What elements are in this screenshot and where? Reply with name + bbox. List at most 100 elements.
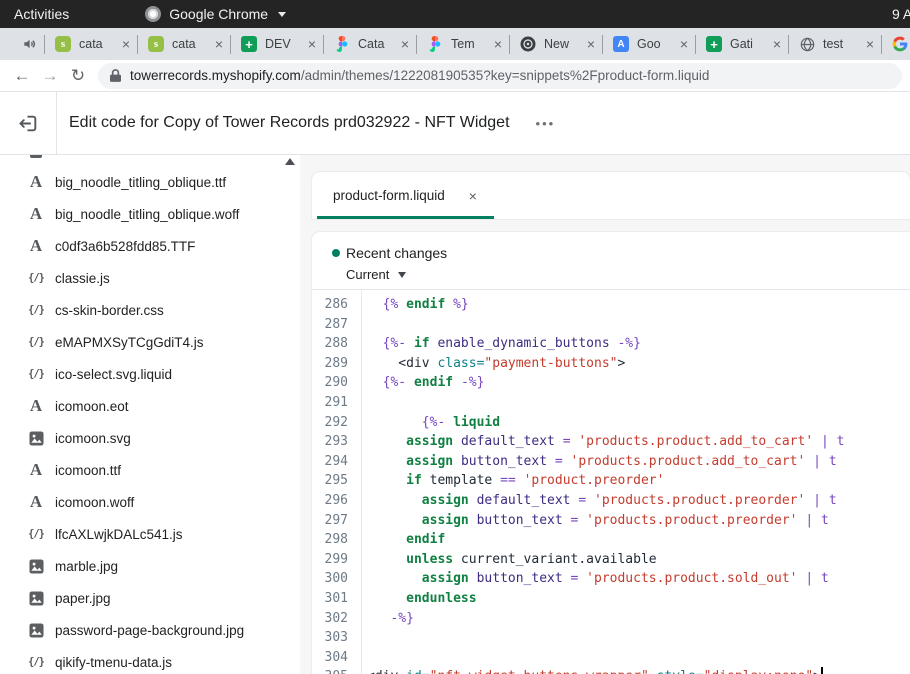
code-line-296[interactable]: assign default_text = 'products.product.… <box>367 491 910 511</box>
file-item-ico-select.svg.liquid[interactable]: {/}ico-select.svg.liquid <box>0 358 300 390</box>
code-line-286[interactable]: {% endif %} <box>367 295 910 315</box>
browser-tab-cata[interactable]: scata× <box>138 28 230 60</box>
image-file-icon <box>26 623 46 638</box>
file-item-icomoon.svg[interactable]: icomoon.svg <box>0 422 300 454</box>
browser-tab-Goo[interactable]: AGoo× <box>603 28 695 60</box>
tab-close-icon[interactable]: × <box>587 37 595 51</box>
file-name: big_noodle_titling_oblique.ttf <box>55 175 226 190</box>
browser-tab-New[interactable]: New× <box>510 28 602 60</box>
code-line-300[interactable]: assign button_text = 'products.product.s… <box>367 569 910 589</box>
tab-close-icon[interactable]: × <box>401 37 409 51</box>
browser-tab-cata[interactable]: scata× <box>45 28 137 60</box>
forward-button[interactable]: → <box>36 62 64 90</box>
file-item-c0df3a6b528fdd85.TTF[interactable]: Ac0df3a6b528fdd85.TTF <box>0 230 300 262</box>
tab-close-icon[interactable]: × <box>308 37 316 51</box>
sidebar-scrollbar[interactable] <box>283 158 296 165</box>
file-item-cs-skin-border.css[interactable]: {/}cs-skin-border.css <box>0 294 300 326</box>
reload-button[interactable]: ↻ <box>64 62 92 90</box>
file-item-qikify-tmenu-data.js[interactable]: {/}qikify-tmenu-data.js <box>0 646 300 674</box>
font-file-icon: A <box>26 236 46 256</box>
code-line-290[interactable]: {%- endif -%} <box>367 373 910 393</box>
url-text: towerrecords.myshopify.com/admin/themes/… <box>130 68 709 83</box>
system-clock[interactable]: 9 Apr <box>892 0 910 28</box>
address-bar[interactable]: towerrecords.myshopify.com/admin/themes/… <box>98 63 902 89</box>
line-number: 291 <box>312 393 361 413</box>
active-app-menu[interactable]: Google Chrome <box>145 6 286 22</box>
code-line-297[interactable]: assign button_text = 'products.product.p… <box>367 511 910 531</box>
code-line-287[interactable] <box>367 315 910 335</box>
line-number: 296 <box>312 491 361 511</box>
file-item-eMAPMXSyTCgGdiT4.js[interactable]: {/}eMAPMXSyTCgGdiT4.js <box>0 326 300 358</box>
sheets-favicon-icon: + <box>706 36 722 52</box>
code-line-294[interactable]: assign button_text = 'products.product.a… <box>367 452 910 472</box>
editor-tab-product-form[interactable]: product-form.liquid × <box>312 172 494 219</box>
line-number: 304 <box>312 648 361 668</box>
tab-title: cata <box>172 37 211 51</box>
file-item-big_noodle_titling_oblique.woff[interactable]: Abig_noodle_titling_oblique.woff <box>0 198 300 230</box>
file-name: cs-skin-border.css <box>55 303 164 318</box>
tab-close-icon[interactable]: × <box>494 37 502 51</box>
text-cursor <box>821 667 823 674</box>
line-number: 299 <box>312 550 361 570</box>
file-name: icomoon.svg <box>55 431 131 446</box>
editor-tab-close-icon[interactable]: × <box>469 189 477 203</box>
file-item-big_noodle_titling_oblique.ttf[interactable]: Abig_noodle_titling_oblique.ttf <box>0 166 300 198</box>
file-name: icomoon.eot <box>55 399 129 414</box>
version-selector[interactable]: Current <box>332 267 890 282</box>
code-area: 2862872882892902912922932942952962972982… <box>312 290 910 674</box>
scroll-up-arrow-icon[interactable] <box>285 158 295 165</box>
code-line-295[interactable]: if template == 'product.preorder' <box>367 471 910 491</box>
code-line-291[interactable] <box>367 393 910 413</box>
active-app-name: Google Chrome <box>169 6 268 22</box>
code-line-298[interactable]: endif <box>367 530 910 550</box>
file-name: lfcAXLwjkDALc541.js <box>55 527 183 542</box>
browser-tab-DEV[interactable]: +DEV× <box>231 28 323 60</box>
more-actions-button[interactable]: ••• <box>534 113 558 134</box>
lock-icon[interactable] <box>110 69 121 82</box>
tab-title: test <box>823 37 862 51</box>
browser-tab-google[interactable] <box>882 28 910 60</box>
code-line-292[interactable]: {%- liquid <box>367 413 910 433</box>
file-sidebar: Abig_noodle_titling_oblique.ttfAbig_nood… <box>0 155 300 674</box>
file-item-lfcAXLwjkDALc541.js[interactable]: {/}lfcAXLwjkDALc541.js <box>0 518 300 550</box>
browser-tab-Cata[interactable]: Cata× <box>324 28 416 60</box>
file-item-paper.jpg[interactable]: paper.jpg <box>0 582 300 614</box>
browser-tab-Tem[interactable]: Tem × <box>417 28 509 60</box>
browser-tab-test[interactable]: test × <box>789 28 881 60</box>
file-item-password-page-background.jpg[interactable]: password-page-background.jpg <box>0 614 300 646</box>
file-item-marble.jpg[interactable]: marble.jpg <box>0 550 300 582</box>
tab-close-icon[interactable]: × <box>122 37 130 51</box>
back-button[interactable]: ← <box>8 62 36 90</box>
speaker-icon <box>14 37 44 51</box>
font-file-icon: A <box>26 492 46 512</box>
code-line-289[interactable]: <div class="payment-buttons"> <box>367 354 910 374</box>
exit-code-editor-button[interactable] <box>0 92 57 154</box>
file-item-icomoon.eot[interactable]: Aicomoon.eot <box>0 390 300 422</box>
activities-button[interactable]: Activities <box>0 0 83 28</box>
code-lines[interactable]: {% endif %} {%- if enable_dynamic_button… <box>362 290 910 674</box>
code-line-304[interactable] <box>367 648 910 668</box>
tab-close-icon[interactable]: × <box>773 37 781 51</box>
code-line-302[interactable]: -%} <box>367 609 910 629</box>
line-number: 294 <box>312 452 361 472</box>
code-line-299[interactable]: unless current_variant.available <box>367 550 910 570</box>
file-name: icomoon.woff <box>55 495 134 510</box>
code-line-293[interactable]: assign default_text = 'products.product.… <box>367 432 910 452</box>
code-line-288[interactable]: {%- if enable_dynamic_buttons -%} <box>367 334 910 354</box>
file-item-icomoon.woff[interactable]: Aicomoon.woff <box>0 486 300 518</box>
image-file-icon <box>26 431 46 446</box>
tab-title: Tem <box>451 37 490 51</box>
code-line-301[interactable]: endunless <box>367 589 910 609</box>
code-line-303[interactable] <box>367 628 910 648</box>
tab-close-icon[interactable]: × <box>215 37 223 51</box>
file-item-classie.js[interactable]: {/}classie.js <box>0 262 300 294</box>
app-body: Abig_noodle_titling_oblique.ttfAbig_nood… <box>0 155 910 674</box>
browser-tab-Gati[interactable]: +Gati× <box>696 28 788 60</box>
line-number: 297 <box>312 511 361 531</box>
recent-changes-label: Recent changes <box>346 245 447 261</box>
code-line-305[interactable]: <div id="nft-widget-buttons-wrapper" sty… <box>367 667 910 674</box>
file-item-icomoon.ttf[interactable]: Aicomoon.ttf <box>0 454 300 486</box>
tab-close-icon[interactable]: × <box>866 37 874 51</box>
tab-close-icon[interactable]: × <box>680 37 688 51</box>
line-number: 289 <box>312 354 361 374</box>
